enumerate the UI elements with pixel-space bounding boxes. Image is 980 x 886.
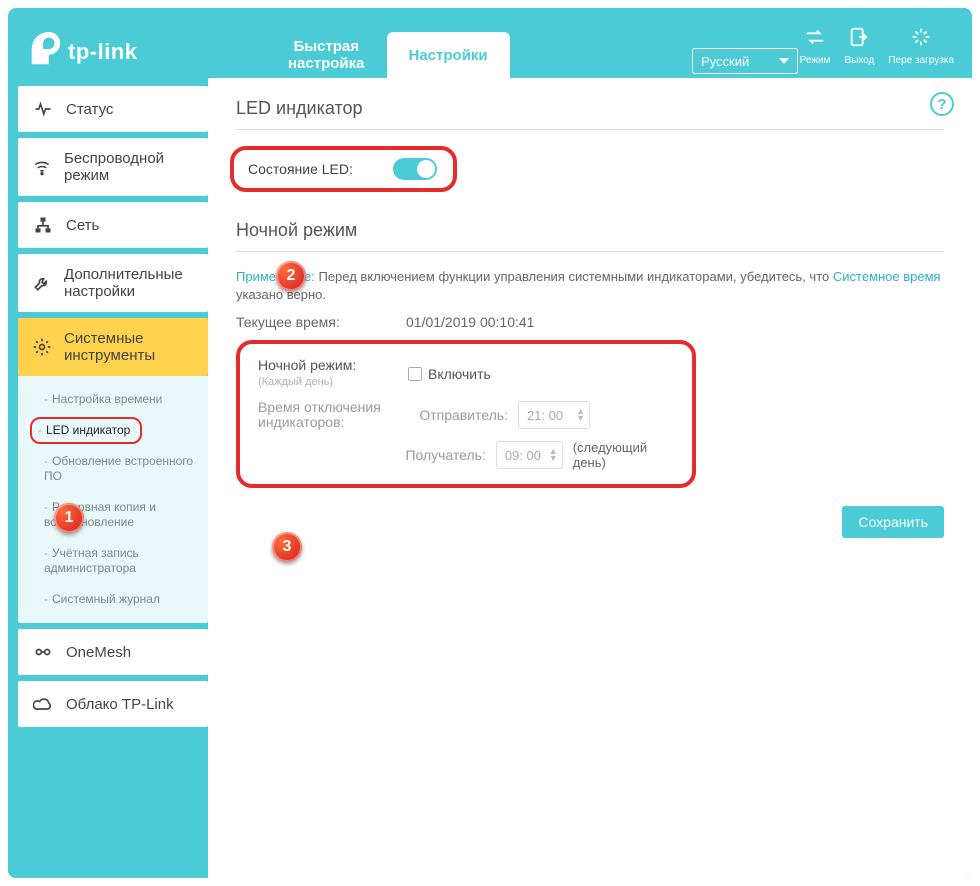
sub-led[interactable]: -LED индикатор — [38, 423, 130, 438]
tab-quick-setup[interactable]: Быстрая настройка — [266, 32, 387, 78]
enable-checkbox[interactable] — [408, 367, 422, 381]
help-button[interactable]: ? — [930, 92, 954, 116]
cloud-icon — [32, 693, 54, 715]
note-text: Примечание: Перед включением функции упр… — [236, 268, 944, 304]
top-bar: tp-link Быстрая настройка Настройки Русс… — [8, 8, 972, 78]
nav-onemesh-label: OneMesh — [66, 644, 131, 661]
next-day-note: (следующий день) — [573, 440, 674, 470]
tab-settings[interactable]: Настройки — [387, 32, 510, 78]
nav-network-label: Сеть — [66, 217, 99, 234]
nav-extra-label: Дополнительные настройки — [64, 266, 198, 300]
top-tabs: Быстрая настройка Настройки — [266, 32, 510, 78]
led-state-label: Состояние LED: — [242, 161, 353, 177]
nav-system-tools[interactable]: Системные инструменты — [18, 318, 208, 376]
enable-label: Включить — [428, 366, 491, 382]
spinner-icon[interactable]: ▲▼ — [576, 408, 585, 422]
nav-network[interactable]: Сеть — [18, 202, 208, 248]
exit-label: Выход — [844, 55, 874, 66]
off-time-label: Время отключения индикаторов: — [258, 400, 408, 430]
highlight-box-led-state: Состояние LED: — [230, 146, 457, 192]
night-mode-label: Ночной режим: — [258, 357, 356, 373]
mode-icon — [804, 26, 826, 51]
exit-icon — [848, 26, 870, 51]
step-badge-2: 2 — [276, 261, 306, 291]
section-night-title: Ночной режим — [236, 220, 944, 252]
receiver-time-input[interactable]: 09: 00 ▲▼ — [496, 441, 563, 469]
receiver-label: Получатель: — [395, 447, 496, 463]
reload-button[interactable]: Пере загрузка — [888, 26, 954, 66]
save-button[interactable]: Сохранить — [842, 506, 944, 538]
tab-quick-line1: Быстрая — [293, 38, 359, 55]
nav-status[interactable]: Статус — [18, 86, 208, 132]
onemesh-icon — [32, 641, 54, 663]
mode-button[interactable]: Режим — [800, 26, 831, 66]
nav-cloud[interactable]: Облако TP-Link — [18, 681, 208, 727]
step-badge-1: 1 — [54, 503, 84, 533]
sub-time[interactable]: -Настройка времени — [18, 384, 208, 415]
network-icon — [32, 214, 54, 236]
led-state-toggle[interactable] — [393, 158, 437, 180]
brand-logo: tp-link — [26, 30, 138, 73]
exit-button[interactable]: Выход — [844, 26, 874, 66]
current-time-row: Текущее время: 01/01/2019 00:10:41 — [236, 314, 944, 330]
nav-extra[interactable]: Дополнительные настройки — [18, 254, 208, 312]
pulse-icon — [32, 98, 54, 120]
language-value: Русский — [701, 54, 749, 69]
receiver-time-value: 09: 00 — [505, 448, 541, 463]
sender-time-input[interactable]: 21: 00 ▲▼ — [518, 401, 590, 429]
nav-status-label: Статус — [66, 101, 113, 118]
current-time-value: 01/01/2019 00:10:41 — [406, 314, 534, 330]
night-mode-sub: (Каждый день) — [258, 376, 333, 388]
nav-wireless[interactable]: Беспроводной режим — [18, 138, 208, 196]
reload-label: Пере загрузка — [888, 55, 954, 66]
chevron-down-icon — [779, 58, 789, 64]
wifi-icon — [32, 156, 52, 178]
subnav-system: -Настройка времени -LED индикатор -Обнов… — [18, 376, 208, 623]
nav-onemesh[interactable]: OneMesh — [18, 629, 208, 675]
tab-quick-line2: настройка — [288, 55, 365, 72]
sub-backup[interactable]: -Резервная копия и восстановление — [18, 492, 208, 538]
sub-admin[interactable]: -Учётная запись администратора — [18, 538, 208, 584]
language-select[interactable]: Русский — [692, 48, 798, 74]
wrench-icon — [32, 272, 52, 294]
nav-wireless-label: Беспроводной режим — [64, 150, 198, 184]
sidebar: Статус Беспроводной режим Сеть Дополните… — [8, 78, 208, 878]
sub-firmware[interactable]: -Обновление встроенного ПО — [18, 446, 208, 492]
highlight-box-night-mode: Ночной режим: (Каждый день) Включить Вре… — [236, 340, 696, 488]
sender-label: Отправитель: — [408, 407, 518, 423]
brand-text: tp-link — [68, 39, 138, 65]
step-badge-3: 3 — [272, 532, 302, 562]
gear-icon — [32, 336, 52, 358]
current-time-label: Текущее время: — [236, 314, 406, 330]
spinner-icon[interactable]: ▲▼ — [549, 448, 558, 462]
nav-system-label: Системные инструменты — [64, 330, 198, 364]
tab-settings-label: Настройки — [409, 47, 488, 64]
sender-time-value: 21: 00 — [527, 408, 563, 423]
top-actions: Режим Выход Пере загрузка — [800, 26, 954, 66]
tplink-logo-icon — [26, 30, 64, 73]
nav-cloud-label: Облако TP-Link — [66, 696, 174, 713]
section-led-title: LED индикатор — [236, 98, 944, 130]
mode-label: Режим — [800, 55, 831, 66]
system-time-link[interactable]: Системное время — [833, 269, 941, 284]
reload-icon — [910, 26, 932, 51]
content-pane: ? LED индикатор Состояние LED: Ночной ре… — [208, 78, 972, 878]
sub-syslog[interactable]: -Системный журнал — [18, 584, 208, 615]
